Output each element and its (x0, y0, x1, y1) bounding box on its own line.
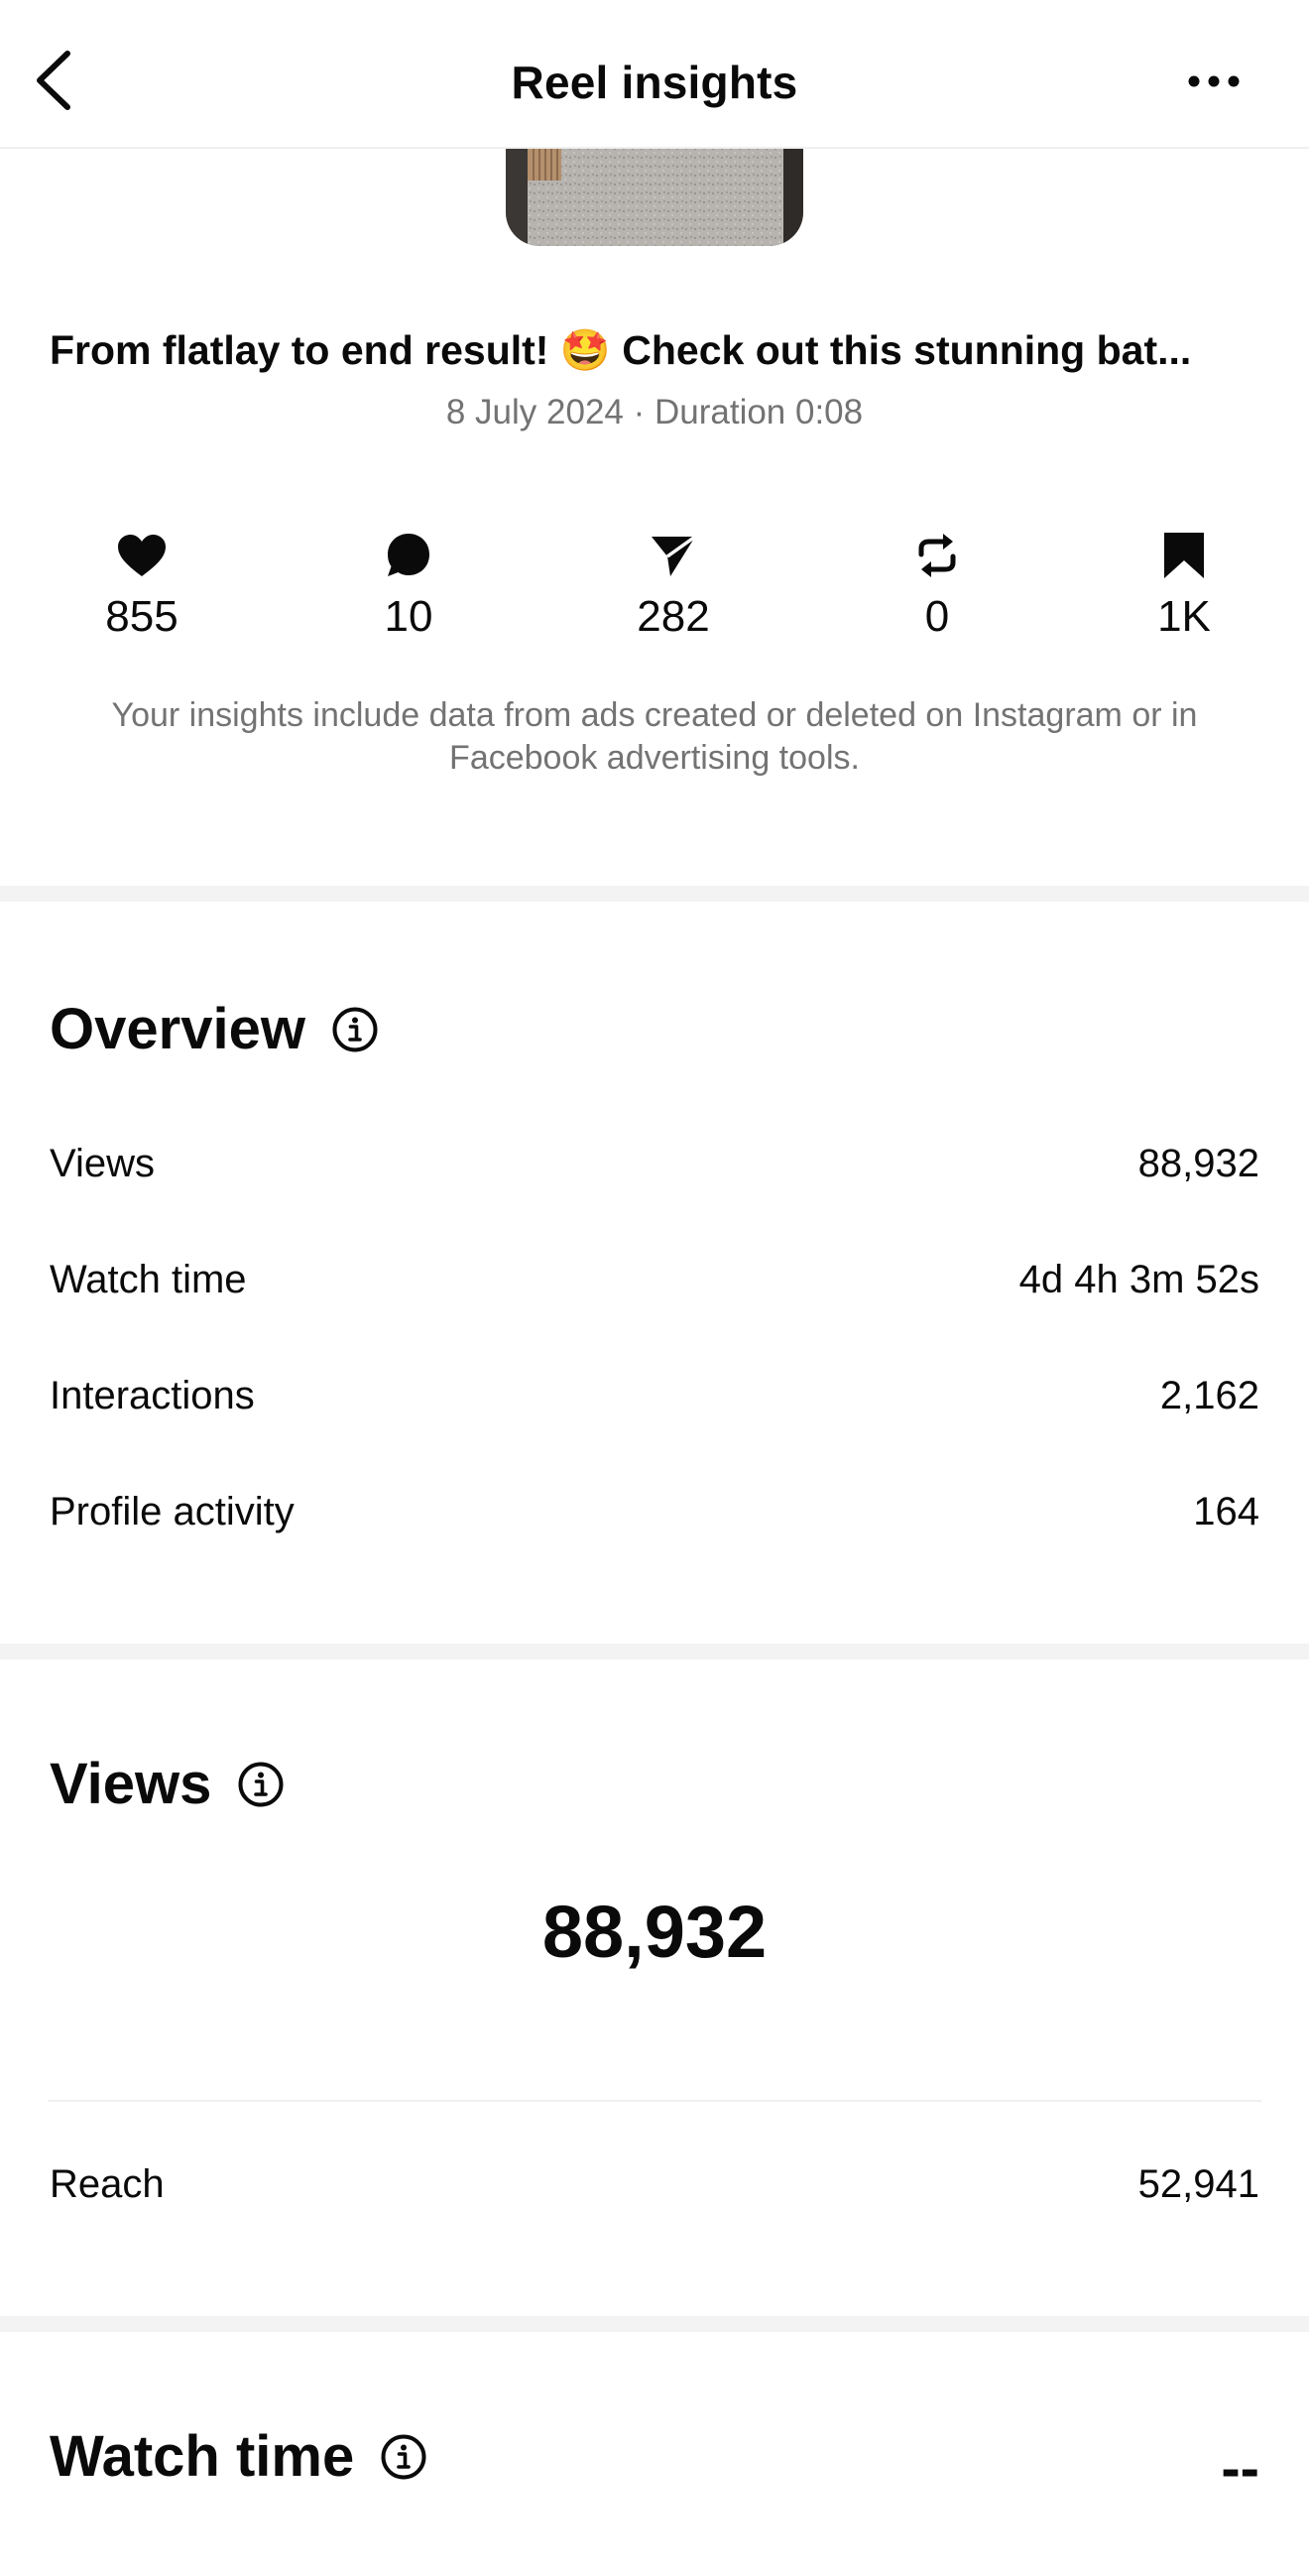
overview-row-views[interactable]: Views 88,932 (50, 1134, 1259, 1193)
section-divider (0, 2316, 1309, 2332)
likes-stat: 855 (53, 531, 231, 642)
reach-row[interactable]: Reach 52,941 (50, 2154, 1259, 2214)
saves-count: 1K (1157, 592, 1211, 641)
heart-icon (118, 535, 166, 576)
section-divider (0, 1644, 1309, 1659)
watch-time-value: -- (1221, 2436, 1259, 2501)
reposts-stat: 0 (848, 531, 1026, 642)
bookmark-icon (1164, 533, 1204, 578)
repost-icon (918, 534, 956, 577)
overview-row-watch-time[interactable]: Watch time 4d 4h 3m 52s (50, 1250, 1259, 1309)
page-title: Reel insights (511, 57, 798, 108)
row-label: Profile activity (50, 1489, 295, 1533)
row-label: Views (50, 1141, 155, 1185)
info-icon[interactable] (380, 2433, 427, 2481)
reel-caption: From flatlay to end result! 🤩 Check out … (50, 327, 1192, 373)
shares-stat: 282 (584, 531, 763, 642)
comments-count: 10 (384, 592, 433, 641)
overview-row-interactions[interactable]: Interactions 2,162 (50, 1366, 1259, 1425)
row-value: 88,932 (1137, 1141, 1259, 1185)
comments-stat: 10 (319, 531, 498, 642)
ads-disclaimer: Your insights include data from ads crea… (111, 696, 1198, 777)
watch-time-title: Watch time (50, 2424, 355, 2489)
likes-count: 855 (105, 592, 178, 641)
shares-count: 282 (637, 592, 710, 641)
info-icon[interactable] (237, 1761, 285, 1808)
overview-title: Overview (50, 997, 305, 1061)
reach-label: Reach (50, 2161, 165, 2206)
comment-icon (388, 534, 429, 576)
saves-stat: 1K (1095, 531, 1273, 642)
row-label: Interactions (50, 1373, 255, 1417)
separator (48, 2100, 1261, 2102)
overview-row-profile-activity[interactable]: Profile activity 164 (50, 1482, 1259, 1541)
views-total: 88,932 (541, 1891, 768, 1973)
watch-time-section-title: Watch time (50, 2423, 427, 2490)
post-date-duration: 8 July 2024 · Duration 0:08 (445, 393, 864, 431)
row-value: 2,162 (1159, 1373, 1259, 1417)
info-icon[interactable] (331, 1006, 379, 1053)
reposts-count: 0 (924, 592, 950, 641)
views-title: Views (50, 1752, 212, 1816)
top-bar: Reel insights (0, 0, 1309, 149)
row-value: 4d 4h 3m 52s (1018, 1257, 1259, 1301)
more-horizontal-icon (1188, 75, 1240, 87)
overview-section-title: Overview (50, 996, 379, 1062)
more-options-button[interactable] (1186, 61, 1242, 101)
row-label: Watch time (50, 1257, 247, 1301)
section-divider (0, 886, 1309, 902)
row-value: 164 (1193, 1489, 1259, 1533)
share-icon (652, 535, 697, 576)
views-section-title: Views (50, 1751, 285, 1817)
reach-value: 52,941 (1137, 2161, 1259, 2206)
reel-insights-screen: Reel insights From flatlay to end result… (0, 0, 1309, 2576)
